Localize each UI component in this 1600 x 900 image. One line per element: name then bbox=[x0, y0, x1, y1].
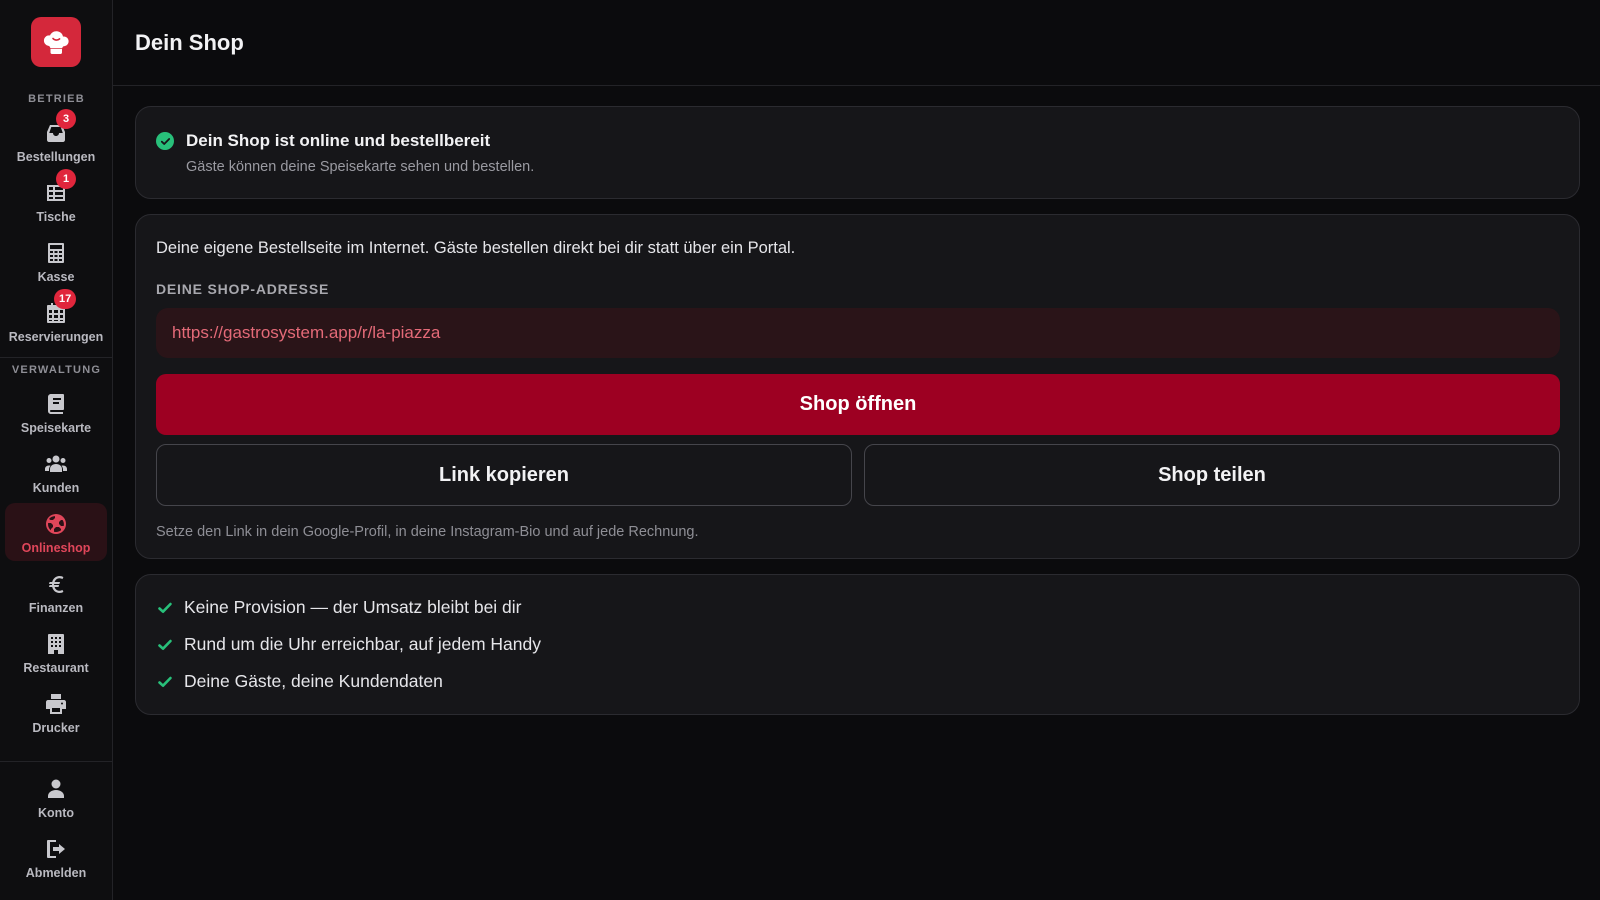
reservierungen-badge: 17 bbox=[54, 289, 77, 309]
check-icon bbox=[156, 673, 174, 691]
bestellungen-badge: 3 bbox=[56, 109, 76, 129]
sidebar-item-finanzen[interactable]: Finanzen bbox=[5, 563, 107, 621]
list-item: Keine Provision — der Umsatz bleibt bei … bbox=[156, 597, 522, 618]
sidebar-item-konto[interactable]: Konto bbox=[5, 768, 107, 826]
sidebar-item-abmelden[interactable]: Abmelden bbox=[5, 828, 107, 886]
sidebar-item-label: Drucker bbox=[32, 721, 80, 735]
shop-address-label: DEINE SHOP-ADRESSE bbox=[156, 281, 330, 297]
sidebar-item-kunden[interactable]: Kunden bbox=[5, 443, 107, 501]
share-shop-button[interactable]: Shop teilen bbox=[864, 444, 1560, 506]
status-card: Dein Shop ist online und bestellbereit G… bbox=[135, 106, 1580, 199]
status-subtitle: Gäste können deine Speisekarte sehen und… bbox=[186, 159, 535, 175]
check-circle-icon bbox=[156, 132, 174, 150]
sidebar-item-label: Speisekarte bbox=[20, 421, 92, 435]
section-label-verwaltung: VERWALTUNG bbox=[11, 364, 102, 376]
euro-icon bbox=[49, 576, 64, 593]
sidebar-item-reservierungen[interactable]: 17 Reservierungen bbox=[5, 289, 107, 350]
building-icon bbox=[48, 634, 64, 654]
tische-badge: 1 bbox=[56, 169, 76, 189]
chef-hat-icon bbox=[43, 31, 69, 54]
shop-card: Deine eigene Bestellseite im Internet. G… bbox=[135, 214, 1580, 559]
check-icon bbox=[156, 599, 174, 617]
printer-icon bbox=[46, 694, 66, 714]
page-title: Dein Shop bbox=[135, 29, 244, 55]
sidebar-item-kasse[interactable]: Kasse bbox=[5, 232, 107, 290]
sidebar-item-label: Konto bbox=[37, 806, 75, 820]
status-title: Dein Shop ist online und bestellbereit bbox=[186, 131, 491, 150]
logout-icon bbox=[47, 840, 65, 858]
benefit-text: Keine Provision — der Umsatz bleibt bei … bbox=[184, 597, 522, 617]
sidebar-item-label: Tische bbox=[36, 210, 76, 224]
sidebar-item-label: Restaurant bbox=[23, 661, 89, 675]
sidebar-item-bestellungen[interactable]: 3 Bestellungen bbox=[5, 109, 107, 170]
sidebar-item-label: Kasse bbox=[37, 270, 75, 284]
book-icon bbox=[48, 394, 64, 414]
list-item: Deine Gäste, deine Kundendaten bbox=[156, 671, 443, 692]
copy-link-button[interactable]: Link kopieren bbox=[156, 444, 852, 506]
sidebar-divider bbox=[0, 357, 113, 358]
calculator-icon bbox=[48, 243, 64, 263]
sidebar-item-drucker[interactable]: Drucker bbox=[5, 683, 107, 741]
sidebar: BETRIEB 3 Bestellungen 1 Tische Kasse 17… bbox=[0, 0, 113, 900]
user-icon bbox=[48, 779, 64, 798]
shop-intro: Deine eigene Bestellseite im Internet. G… bbox=[156, 239, 796, 257]
benefit-text: Rund um die Uhr erreichbar, auf jedem Ha… bbox=[184, 634, 541, 654]
sidebar-item-label: Reservierungen bbox=[8, 330, 104, 344]
shop-url-field[interactable] bbox=[156, 308, 1560, 358]
sidebar-item-label: Kunden bbox=[32, 481, 80, 495]
users-icon bbox=[45, 455, 67, 472]
shop-hint: Setze den Link in dein Google-Profil, in… bbox=[156, 524, 699, 540]
globe-icon bbox=[46, 514, 66, 534]
sidebar-item-label: Finanzen bbox=[28, 601, 84, 615]
sidebar-item-speisekarte[interactable]: Speisekarte bbox=[5, 383, 107, 441]
status-row: Dein Shop ist online und bestellbereit G… bbox=[156, 131, 534, 175]
check-icon bbox=[156, 636, 174, 654]
sidebar-divider bbox=[0, 761, 113, 762]
sidebar-item-restaurant[interactable]: Restaurant bbox=[5, 623, 107, 681]
sidebar-item-tische[interactable]: 1 Tische bbox=[5, 169, 107, 230]
open-shop-button[interactable]: Shop öffnen bbox=[156, 374, 1560, 435]
list-item: Rund um die Uhr erreichbar, auf jedem Ha… bbox=[156, 634, 541, 655]
sidebar-item-label: Onlineshop bbox=[21, 541, 91, 555]
sidebar-item-label: Abmelden bbox=[25, 866, 87, 880]
page-header: Dein Shop bbox=[113, 0, 1600, 86]
brand-logo[interactable] bbox=[31, 17, 81, 67]
sidebar-item-label: Bestellungen bbox=[16, 150, 96, 164]
section-label-betrieb: BETRIEB bbox=[28, 93, 85, 105]
sidebar-item-onlineshop[interactable]: Onlineshop bbox=[5, 503, 107, 561]
benefits-card: Keine Provision — der Umsatz bleibt bei … bbox=[135, 574, 1580, 715]
benefit-text: Deine Gäste, deine Kundendaten bbox=[184, 671, 443, 691]
